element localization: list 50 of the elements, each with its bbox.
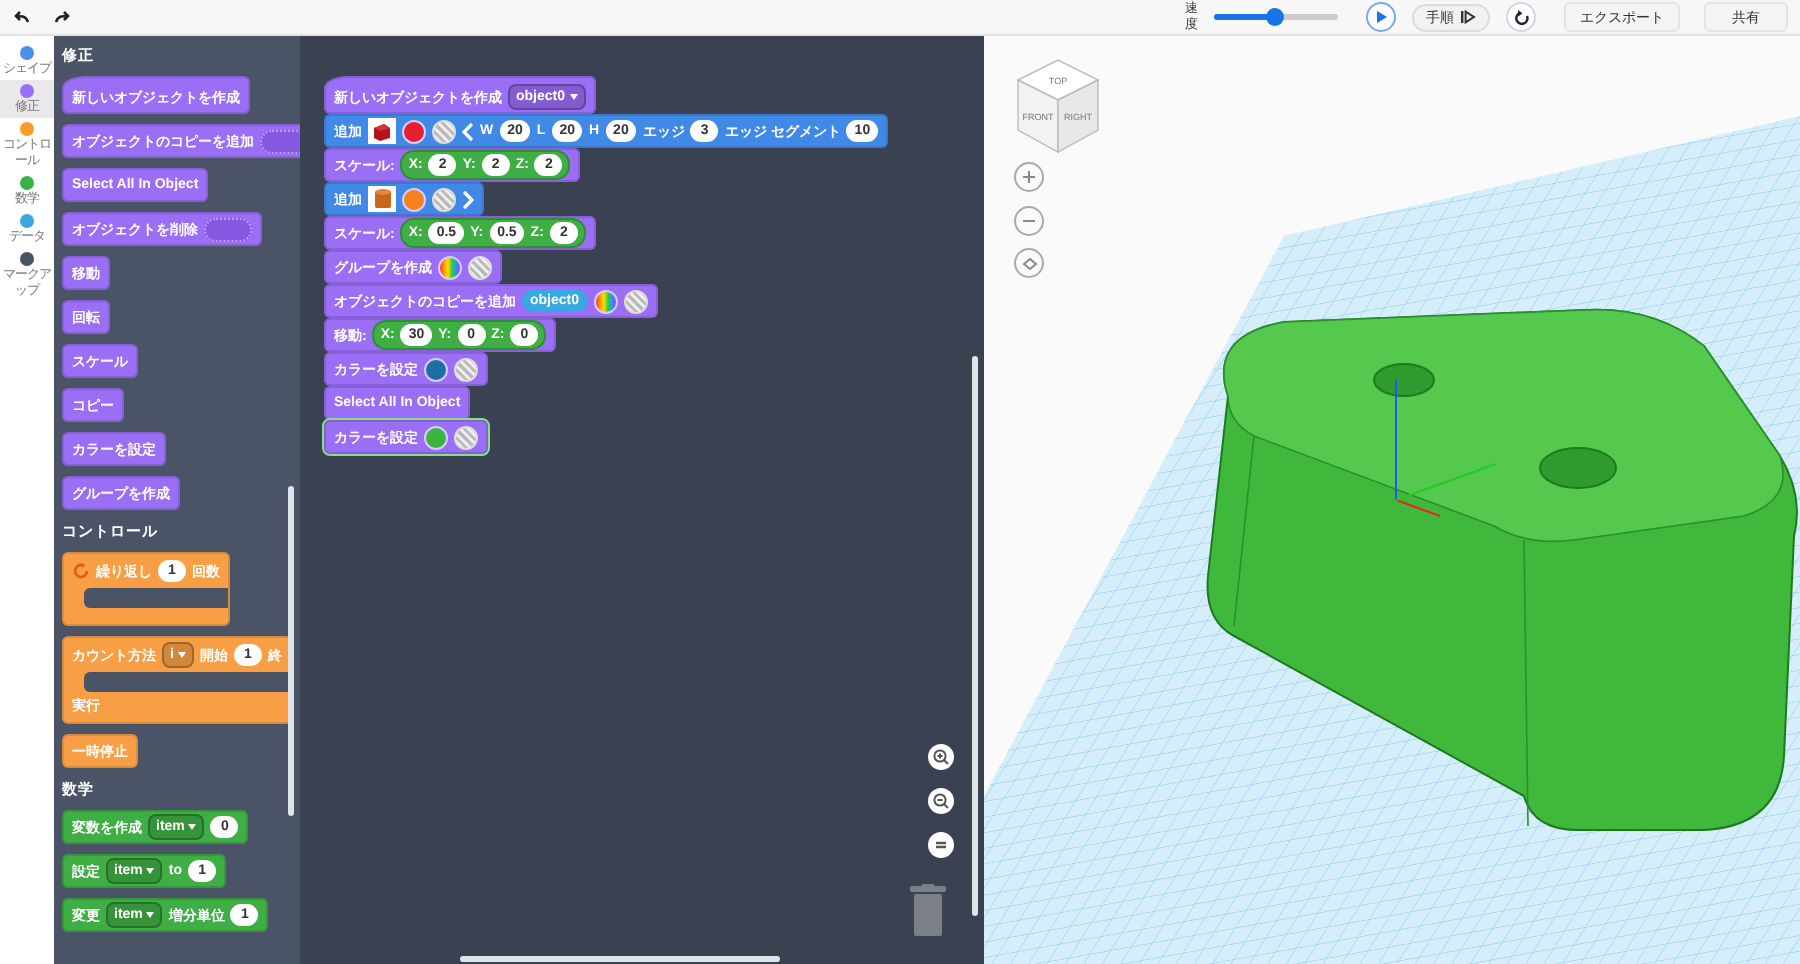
rainbow-swatch[interactable] [438,255,462,279]
box-model-drawing[interactable] [1206,308,1798,832]
reset-icon [1513,9,1529,25]
scrollbar[interactable] [460,956,780,962]
caret-icon [177,652,186,658]
axes-drawing [1395,379,1497,517]
cylinder-thumbnail[interactable] [368,186,396,212]
color-swatch[interactable] [424,425,448,449]
striped-swatch[interactable] [432,187,456,211]
block-mouth [84,588,228,608]
home-icon [1021,255,1037,271]
play-icon [1374,10,1388,24]
caret-icon [146,868,155,874]
play-button[interactable] [1366,2,1396,32]
trash-icon[interactable] [910,884,946,936]
rainbow-swatch[interactable] [593,289,618,313]
loop-icon [72,562,90,580]
home-view-button[interactable] [1014,248,1044,278]
caret-icon [188,824,197,830]
chevron-right-icon[interactable] [462,189,474,209]
equals-icon [934,840,948,850]
scrollbar[interactable] [972,356,978,916]
plus-icon [1022,170,1036,184]
zoom-in-icon [932,748,950,766]
striped-swatch[interactable] [432,119,456,143]
redo-icon[interactable] [54,9,72,25]
zoom-in-button[interactable] [928,744,954,770]
minus-icon [1022,214,1036,228]
striped-swatch[interactable] [454,425,478,449]
empty-slot[interactable] [260,129,300,153]
empty-slot[interactable] [204,217,252,241]
zoom-out-button[interactable] [928,788,954,814]
striped-swatch[interactable] [623,289,648,313]
chevron-left-icon[interactable] [462,121,474,141]
speed-slider[interactable] [1214,14,1338,20]
step-icon [1460,10,1476,24]
color-swatch[interactable] [402,187,426,211]
cube-thumbnail[interactable] [368,118,396,144]
color-swatch[interactable] [402,119,426,143]
zoom-out-icon [932,792,950,810]
reset-button[interactable] [1506,2,1536,32]
caret-icon [146,912,155,918]
view-cube[interactable] [1016,59,1100,154]
scrollbar[interactable] [288,486,294,816]
reset-zoom-button[interactable] [928,832,954,858]
striped-swatch[interactable] [454,357,478,381]
color-swatch[interactable] [424,357,448,381]
striped-swatch[interactable] [468,255,492,279]
caret-icon [569,94,578,100]
undo-icon[interactable] [12,9,30,25]
